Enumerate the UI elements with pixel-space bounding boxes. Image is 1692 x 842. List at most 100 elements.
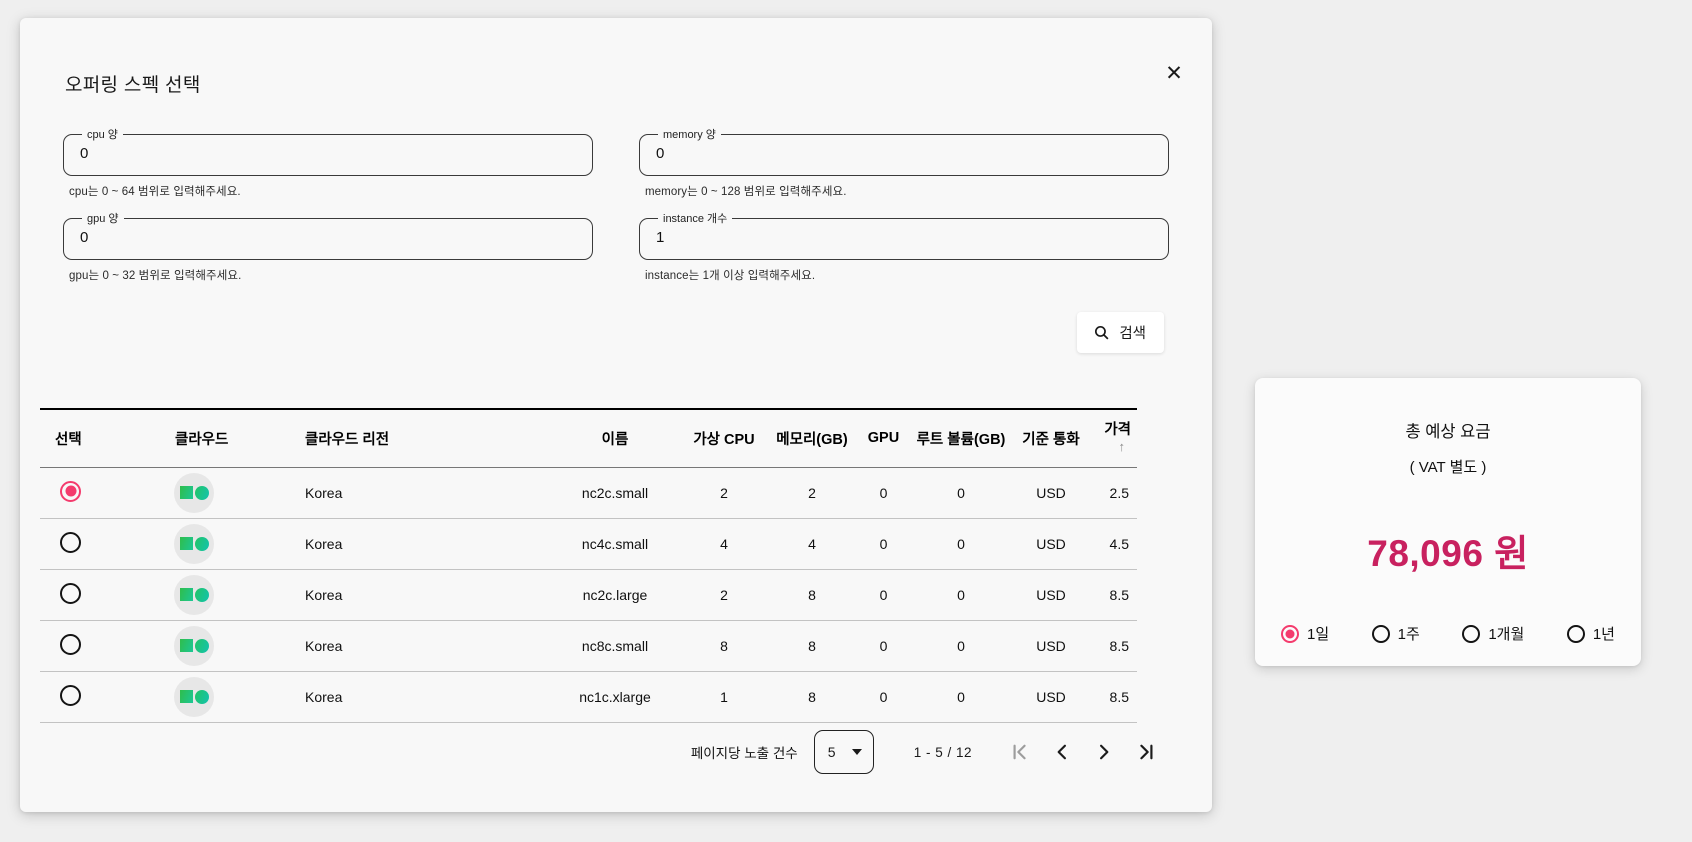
field-value: 0 <box>76 142 580 162</box>
column-header: 클라우드 <box>160 409 290 467</box>
cloud-logo-square <box>180 639 193 652</box>
table-row[interactable]: Korea nc2c.large 2 8 0 0 USD 8.5 <box>40 569 1137 620</box>
number-input[interactable]: memory 양 0 <box>639 126 1169 176</box>
row-price: 4.5 <box>1091 518 1137 569</box>
row-memory: 8 <box>768 620 856 671</box>
table-row[interactable]: Korea nc8c.small 8 8 0 0 USD 8.5 <box>40 620 1137 671</box>
column-header: 선택 <box>40 409 160 467</box>
period-label: 1주 <box>1398 623 1420 644</box>
row-currency: USD <box>1011 569 1091 620</box>
row-root-volume: 0 <box>911 467 1011 518</box>
column-header: 루트 볼륨(GB) <box>911 409 1011 467</box>
estimated-cost-title: 총 예상 요금 <box>1405 418 1490 442</box>
row-memory: 8 <box>768 569 856 620</box>
row-vcpu: 2 <box>680 467 768 518</box>
field-label: instance 개수 <box>658 210 732 226</box>
first-page-button[interactable] <box>1006 738 1034 766</box>
row-vcpu: 1 <box>680 671 768 722</box>
field-value: 0 <box>652 142 1156 162</box>
row-select-radio[interactable] <box>60 532 81 553</box>
period-radio[interactable] <box>1372 625 1390 643</box>
field-value: 0 <box>76 226 580 246</box>
filter-field: cpu 양 0 cpu는 0 ~ 64 범위로 입력해주세요. <box>63 126 593 199</box>
cloud-provider-icon <box>174 473 214 513</box>
close-icon[interactable]: ✕ <box>1156 56 1192 92</box>
cloud-logo-circle <box>195 588 209 602</box>
field-value: 1 <box>652 226 1156 246</box>
row-select-radio[interactable] <box>60 583 81 604</box>
row-memory: 8 <box>768 671 856 722</box>
search-button-label: 검색 <box>1119 322 1146 343</box>
period-radio[interactable] <box>1462 625 1480 643</box>
field-helper: memory는 0 ~ 128 범위로 입력해주세요. <box>645 183 1169 199</box>
row-price: 2.5 <box>1091 467 1137 518</box>
column-header: 메모리(GB) <box>768 409 856 467</box>
cloud-provider-icon <box>174 626 214 666</box>
cloud-provider-icon <box>174 677 214 717</box>
price-column-label: 가격 <box>1104 421 1131 439</box>
field-label: cpu 양 <box>82 126 123 142</box>
previous-page-button[interactable] <box>1048 738 1076 766</box>
table-row[interactable]: Korea nc4c.small 4 4 0 0 USD 4.5 <box>40 518 1137 569</box>
billing-period-option[interactable]: 1주 <box>1372 623 1420 644</box>
row-select-radio[interactable] <box>60 634 81 655</box>
row-region: Korea <box>290 671 550 722</box>
billing-period-group: 1일 1주 1개월 1년 <box>1255 623 1641 644</box>
row-vcpu: 4 <box>680 518 768 569</box>
row-name: nc2c.large <box>550 569 680 620</box>
table-row[interactable]: Korea nc2c.small 2 2 0 0 USD 2.5 <box>40 467 1137 518</box>
filter-field: memory 양 0 memory는 0 ~ 128 범위로 입력해주세요. <box>639 126 1169 199</box>
billing-period-option[interactable]: 1개월 <box>1462 623 1524 644</box>
period-label: 1개월 <box>1488 623 1524 644</box>
billing-period-option[interactable]: 1일 <box>1281 623 1329 644</box>
row-name: nc4c.small <box>550 518 680 569</box>
cloud-logo-circle <box>195 486 209 500</box>
filter-field: instance 개수 1 instance는 1개 이상 입력해주세요. <box>639 210 1169 283</box>
filter-field: gpu 양 0 gpu는 0 ~ 32 범위로 입력해주세요. <box>63 210 593 283</box>
number-input[interactable]: instance 개수 1 <box>639 210 1169 260</box>
table-row[interactable]: Korea nc1c.xlarge 1 8 0 0 USD 8.5 <box>40 671 1137 722</box>
column-header[interactable]: 가격↑ <box>1091 409 1137 467</box>
row-root-volume: 0 <box>911 620 1011 671</box>
field-helper: cpu는 0 ~ 64 범위로 입력해주세요. <box>69 183 593 199</box>
row-select-radio[interactable] <box>60 685 81 706</box>
column-header: 기준 통화 <box>1011 409 1091 467</box>
cloud-logo-circle <box>195 690 209 704</box>
billing-period-option[interactable]: 1년 <box>1567 623 1615 644</box>
search-button[interactable]: 검색 <box>1077 312 1164 353</box>
period-radio[interactable] <box>1567 625 1585 643</box>
row-price: 8.5 <box>1091 620 1137 671</box>
cloud-logo-circle <box>195 537 209 551</box>
row-region: Korea <box>290 569 550 620</box>
estimated-cost-card: 총 예상 요금 ( VAT 별도 ) 78,096 원 1일 1주 1개월 1년 <box>1255 378 1641 666</box>
row-gpu: 0 <box>856 569 911 620</box>
field-label: gpu 양 <box>82 210 124 226</box>
row-currency: USD <box>1011 671 1091 722</box>
last-page-button[interactable] <box>1132 738 1160 766</box>
row-name: nc1c.xlarge <box>550 671 680 722</box>
cloud-provider-icon <box>174 524 214 564</box>
row-name: nc8c.small <box>550 620 680 671</box>
number-input[interactable]: gpu 양 0 <box>63 210 593 260</box>
row-price: 8.5 <box>1091 671 1137 722</box>
cloud-logo-square <box>180 588 193 601</box>
row-region: Korea <box>290 620 550 671</box>
rows-per-page-select[interactable]: 5 <box>814 730 874 774</box>
number-input[interactable]: cpu 양 0 <box>63 126 593 176</box>
cloud-logo-square <box>180 690 193 703</box>
pagination-range: 1 - 5 / 12 <box>914 745 972 760</box>
period-radio[interactable] <box>1281 625 1299 643</box>
offering-spec-table: 선택클라우드클라우드 리전이름가상 CPU메모리(GB)GPU루트 볼륨(GB)… <box>40 408 1137 723</box>
row-memory: 2 <box>768 467 856 518</box>
chevron-down-icon <box>852 749 862 755</box>
modal-title: 오퍼링 스펙 선택 <box>65 70 201 97</box>
row-region: Korea <box>290 467 550 518</box>
sort-ascending-icon[interactable]: ↑ <box>1119 439 1126 455</box>
row-gpu: 0 <box>856 671 911 722</box>
next-page-button[interactable] <box>1090 738 1118 766</box>
row-memory: 4 <box>768 518 856 569</box>
cloud-logo-square <box>180 486 193 499</box>
period-label: 1일 <box>1307 623 1329 644</box>
row-select-radio[interactable] <box>60 481 81 502</box>
field-helper: gpu는 0 ~ 32 범위로 입력해주세요. <box>69 267 593 283</box>
